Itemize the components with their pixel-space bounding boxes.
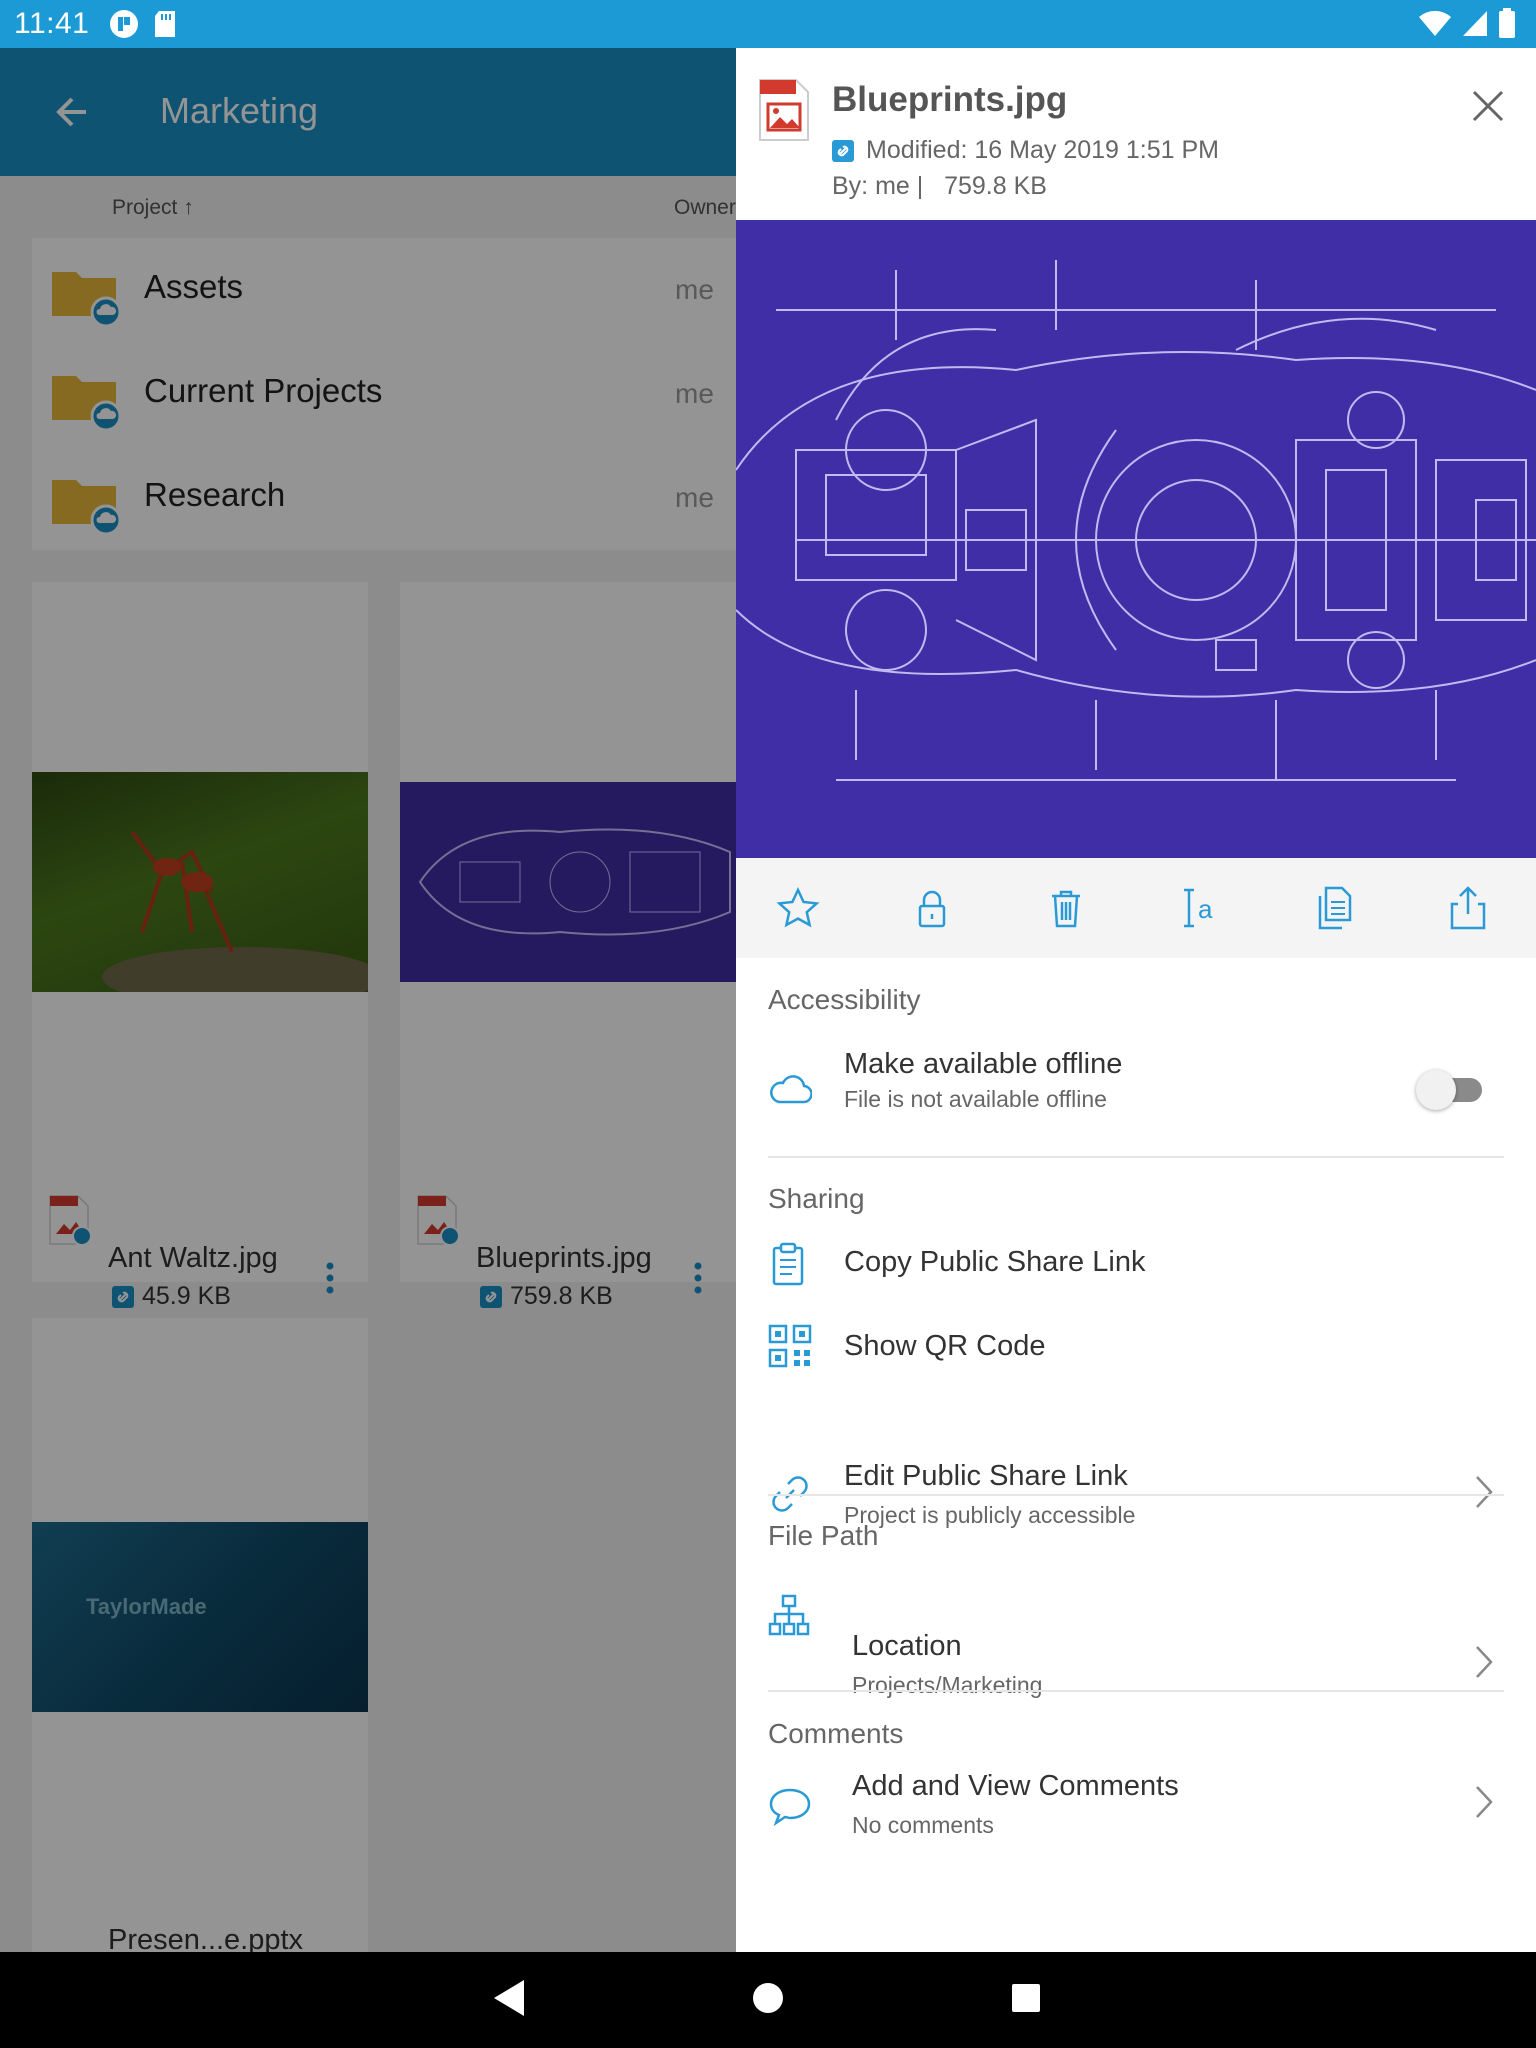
chevron-right-icon — [1474, 1644, 1494, 1680]
owner-size: By: me | 759.8 KB — [832, 172, 1047, 200]
comments-title: Add and View Comments — [852, 1770, 1179, 1802]
qr-code-icon — [768, 1324, 812, 1368]
offline-subtitle: File is not available offline — [844, 1086, 1107, 1112]
sd-card-icon — [153, 10, 177, 38]
file-details-panel: Blueprints.jpg Modified: 16 May 2019 1:5… — [736, 48, 1536, 1952]
lock-icon[interactable] — [908, 884, 956, 932]
modified-date: Modified: 16 May 2019 1:51 PM — [866, 136, 1219, 164]
dim-overlay[interactable] — [0, 48, 736, 1952]
hierarchy-icon — [768, 1594, 810, 1636]
status-bar: 11:41 — [0, 0, 1536, 48]
location-title: Location — [852, 1630, 962, 1662]
image-preview[interactable] — [736, 220, 1536, 858]
section-sharing: Sharing — [768, 1183, 865, 1214]
divider — [768, 1156, 1504, 1158]
comment-bubble-icon — [768, 1786, 812, 1826]
rename-icon[interactable]: a — [1176, 884, 1224, 932]
share-icon[interactable] — [1444, 884, 1492, 932]
chevron-right-icon — [1474, 1474, 1494, 1510]
section-comments: Comments — [768, 1718, 904, 1749]
recents-square-icon[interactable] — [1010, 1978, 1042, 2018]
toggle-knob — [1416, 1070, 1456, 1110]
panel-file-name: Blueprints.jpg — [832, 80, 1068, 119]
close-icon[interactable] — [1468, 86, 1508, 126]
back-triangle-icon[interactable] — [492, 1978, 528, 2018]
status-time: 11:41 — [14, 7, 90, 40]
clipboard-icon — [768, 1242, 808, 1286]
edit-share-link-title: Edit Public Share Link — [844, 1460, 1128, 1492]
file-action-bar: a — [736, 858, 1536, 958]
location-path: Projects/Marketing — [852, 1672, 1043, 1698]
divider — [768, 1690, 1504, 1692]
offline-toggle[interactable] — [1416, 1068, 1486, 1112]
modified-row: Modified: 16 May 2019 1:51 PM — [832, 136, 1219, 165]
star-icon[interactable] — [774, 884, 822, 932]
show-qr-label: Show QR Code — [844, 1330, 1046, 1362]
link-badge-icon — [832, 139, 854, 162]
copy-icon[interactable] — [1310, 884, 1358, 932]
home-circle-icon[interactable] — [752, 1978, 784, 2018]
comments-subtitle: No comments — [852, 1812, 994, 1838]
signal-icon — [1462, 9, 1488, 37]
divider — [768, 1494, 1504, 1496]
system-navigation-bar — [0, 1952, 1536, 2048]
image-file-type-icon — [758, 78, 810, 142]
section-accessibility: Accessibility — [768, 984, 921, 1015]
edit-share-link-subtitle: Project is publicly accessible — [844, 1502, 1136, 1528]
chevron-right-icon — [1474, 1784, 1494, 1820]
section-file-path: File Path — [768, 1520, 879, 1551]
offline-title: Make available offline — [844, 1048, 1123, 1080]
cloud-icon — [768, 1072, 812, 1106]
battery-icon — [1498, 8, 1516, 38]
trash-icon[interactable] — [1042, 884, 1090, 932]
notification-app-icon — [109, 9, 139, 39]
copy-share-link-label: Copy Public Share Link — [844, 1246, 1146, 1278]
wifi-icon — [1418, 9, 1452, 37]
svg-text:a: a — [1198, 894, 1213, 924]
